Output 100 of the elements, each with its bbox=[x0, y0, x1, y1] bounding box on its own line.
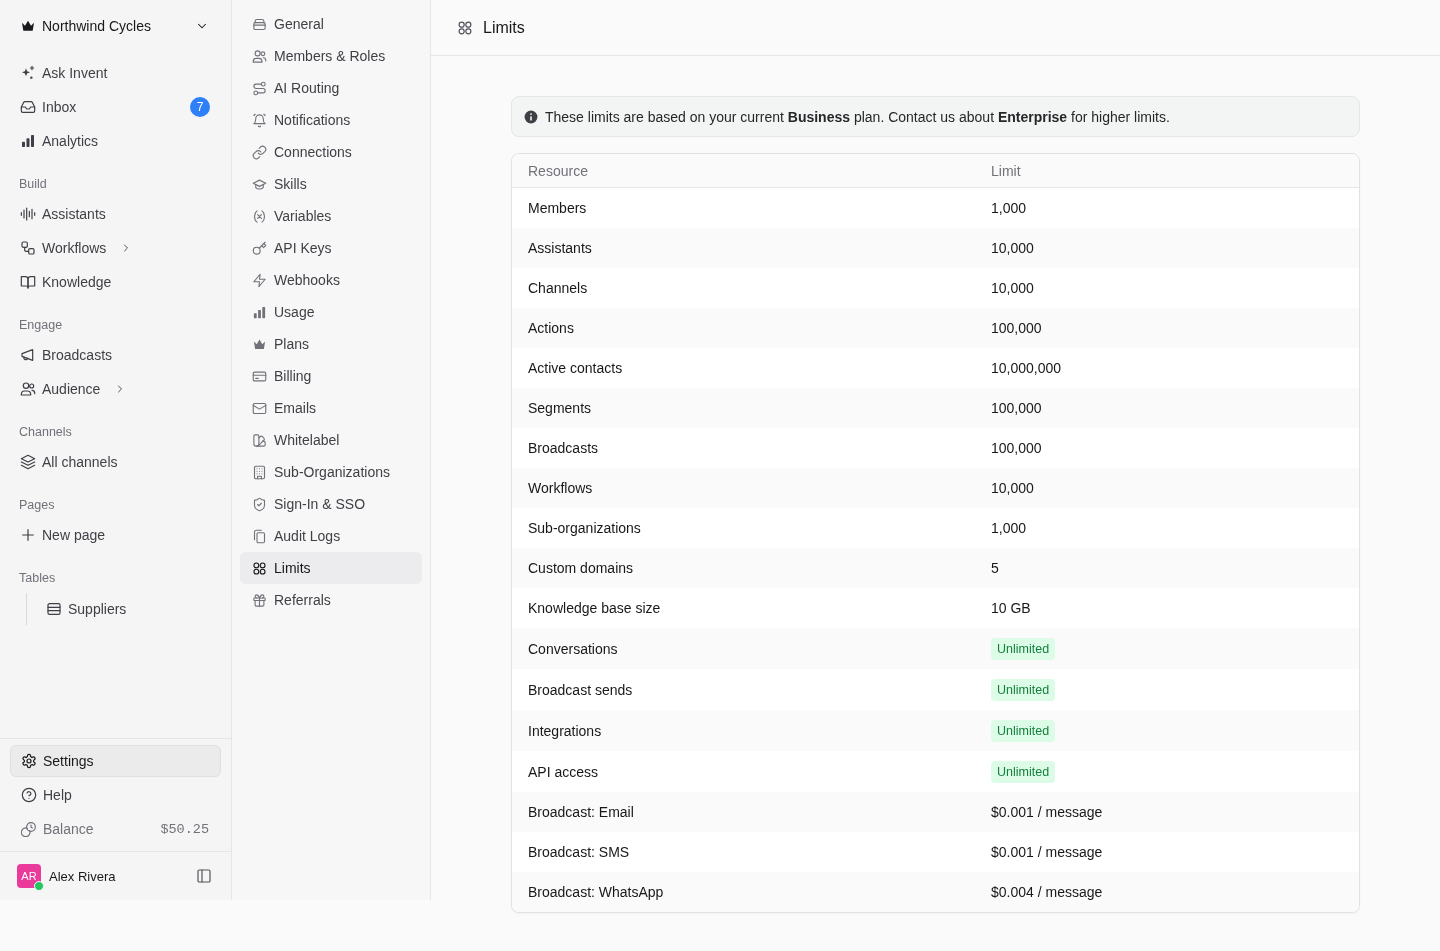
table-cell-text: Channels bbox=[527, 280, 589, 296]
building-icon bbox=[252, 464, 267, 480]
table-cell-text: $0.001 / message bbox=[990, 804, 1104, 820]
table-icon bbox=[46, 601, 62, 617]
section-label: Tables bbox=[18, 570, 57, 587]
nav-item[interactable]: Settings bbox=[10, 745, 221, 777]
table-cell-text: Workflows bbox=[527, 480, 594, 496]
grid-icon bbox=[252, 560, 267, 576]
settings-nav-item[interactable]: Usage bbox=[240, 296, 422, 328]
nav-item[interactable]: Ask Invent bbox=[10, 56, 221, 90]
notice-text: These limits are based on your current Business plan. Contact us about Enterprise for higher limits. bbox=[545, 108, 1170, 125]
section-label: Build bbox=[18, 176, 48, 193]
table-cell-text: Actions bbox=[527, 320, 575, 336]
balance-amount: $50.25 bbox=[160, 821, 209, 837]
nav-item[interactable]: Inbox 7 bbox=[10, 90, 221, 124]
table-cell-text: Members bbox=[527, 200, 588, 216]
gift-icon bbox=[252, 592, 267, 608]
settings-nav-item[interactable]: Skills bbox=[240, 168, 422, 200]
unlimited-tag: Unlimited bbox=[991, 760, 1056, 783]
nav-item[interactable]: Help bbox=[10, 779, 221, 811]
settings-nav-item[interactable]: Audit Logs bbox=[240, 520, 422, 552]
table-cell-text: $0.004 / message bbox=[990, 884, 1104, 900]
page-title: Limits bbox=[483, 18, 525, 37]
user-name: Alex Rivera bbox=[49, 868, 116, 884]
lightning-icon bbox=[252, 272, 267, 288]
section-label: Engage bbox=[18, 317, 64, 334]
shield-check-icon bbox=[252, 496, 267, 512]
table-cell-text: Sub-organizations bbox=[527, 520, 642, 536]
settings-nav-item[interactable]: Webhooks bbox=[240, 264, 422, 296]
plus-icon bbox=[20, 527, 36, 543]
nav-item[interactable]: Suppliers bbox=[36, 593, 221, 625]
user-avatar[interactable]: AR bbox=[17, 864, 41, 888]
settings-nav-item[interactable]: AI Routing bbox=[240, 72, 422, 104]
unread-count: 7 bbox=[190, 97, 210, 117]
nav-item[interactable]: Analytics bbox=[10, 124, 221, 158]
info-icon bbox=[524, 109, 538, 124]
settings-nav-item[interactable]: Variables bbox=[240, 200, 422, 232]
settings-icon bbox=[21, 753, 37, 769]
workspace-switcher[interactable]: Northwind Cycles bbox=[10, 10, 221, 42]
table-cell-text: Integrations bbox=[527, 722, 603, 739]
nav-item[interactable]: Knowledge bbox=[10, 265, 221, 299]
table-cell-text: Broadcast: WhatsApp bbox=[527, 884, 665, 900]
settings-nav-item[interactable]: Emails bbox=[240, 392, 422, 424]
table-cell-text: Knowledge base size bbox=[527, 600, 662, 616]
table-cell-text: Broadcast: Email bbox=[527, 804, 635, 820]
nav-item[interactable]: Assistants bbox=[10, 197, 221, 231]
settings-nav-item[interactable]: API Keys bbox=[240, 232, 422, 264]
table-cell-text: 1,000 bbox=[990, 520, 1028, 536]
coins-icon bbox=[21, 821, 37, 837]
table-cell-text: 100,000 bbox=[990, 320, 1043, 336]
sparkles-icon bbox=[20, 65, 36, 81]
settings-nav-item[interactable]: Plans bbox=[240, 328, 422, 360]
settings-nav-item[interactable]: Limits bbox=[240, 552, 422, 584]
column-header: Resource bbox=[527, 162, 589, 179]
table-cell-text: Conversations bbox=[527, 640, 619, 657]
section-label: Pages bbox=[18, 497, 56, 514]
settings-nav-item[interactable]: Billing bbox=[240, 360, 422, 392]
settings-nav-item[interactable]: Whitelabel bbox=[240, 424, 422, 456]
tray-icon bbox=[252, 16, 267, 32]
megaphone-icon bbox=[20, 347, 36, 363]
swatch-icon bbox=[252, 432, 267, 448]
settings-nav-item[interactable]: Members & Roles bbox=[240, 40, 422, 72]
table-cell-text: 5 bbox=[990, 560, 1000, 576]
table-cell-text: 10 GB bbox=[990, 600, 1032, 616]
help-icon bbox=[21, 787, 37, 803]
bar-chart-icon bbox=[20, 133, 36, 149]
nav-item[interactable]: Audience bbox=[10, 372, 221, 406]
route-icon bbox=[252, 80, 267, 96]
nav-item[interactable]: Broadcasts bbox=[10, 338, 221, 372]
inbox-icon bbox=[20, 99, 36, 115]
settings-nav-item[interactable]: Sub-Organizations bbox=[240, 456, 422, 488]
link-icon bbox=[252, 144, 267, 160]
table-cell-text: 10,000 bbox=[990, 240, 1035, 256]
settings-nav-item[interactable]: Notifications bbox=[240, 104, 422, 136]
crown-icon bbox=[20, 18, 36, 34]
table-cell-text: Assistants bbox=[527, 240, 593, 256]
settings-nav-item[interactable]: Sign-In & SSO bbox=[240, 488, 422, 520]
table-cell-text: 100,000 bbox=[990, 400, 1043, 416]
grid-icon bbox=[457, 19, 473, 36]
table-cell-text: Segments bbox=[527, 400, 593, 416]
nav-item[interactable]: New page bbox=[10, 518, 221, 552]
workflow-icon bbox=[20, 240, 36, 256]
unlimited-tag: Unlimited bbox=[991, 719, 1056, 742]
nav-item[interactable]: Workflows bbox=[10, 231, 221, 265]
settings-nav-item[interactable]: Connections bbox=[240, 136, 422, 168]
column-header: Limit bbox=[990, 162, 1022, 179]
credit-card-icon bbox=[252, 368, 267, 384]
nav-item[interactable]: All channels bbox=[10, 445, 221, 479]
settings-nav-item[interactable]: Referrals bbox=[240, 584, 422, 616]
graduation-cap-icon bbox=[252, 176, 267, 192]
mail-icon bbox=[252, 400, 267, 416]
table-cell-text: $0.001 / message bbox=[990, 844, 1104, 860]
sidebar-toggle-icon[interactable] bbox=[196, 868, 212, 884]
balance-link[interactable]: Balance $50.25 bbox=[10, 813, 221, 845]
unlimited-tag: Unlimited bbox=[991, 678, 1056, 701]
table-cell-text: 100,000 bbox=[990, 440, 1043, 456]
table-cell-text: Active contacts bbox=[527, 360, 624, 376]
table-cell-text: Broadcast: SMS bbox=[527, 844, 631, 860]
settings-nav-item[interactable]: General bbox=[240, 8, 422, 40]
table-cell-text: 1,000 bbox=[990, 200, 1028, 216]
